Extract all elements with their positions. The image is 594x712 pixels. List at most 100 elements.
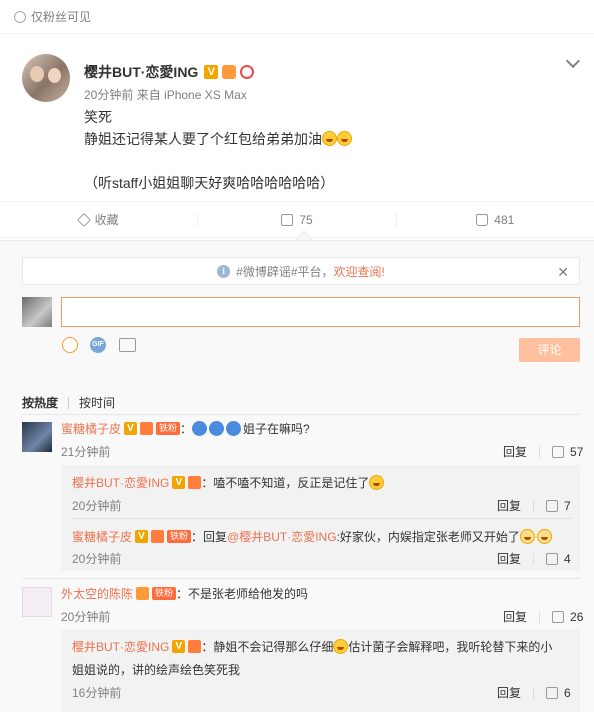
mention-link[interactable]: @樱井BUT·恋愛ING xyxy=(227,528,337,545)
verified-v-icon: V xyxy=(172,476,186,489)
commenter-avatar[interactable] xyxy=(22,422,52,452)
thumbs-up-icon[interactable] xyxy=(546,499,559,512)
post-action-bar: 收藏 75 481 xyxy=(0,202,594,238)
member-badge-icon xyxy=(140,422,154,435)
reply-button[interactable]: 回复 xyxy=(497,684,521,701)
post-line-1: 笑死 xyxy=(84,109,112,125)
colon-text: ： xyxy=(180,422,193,436)
info-icon: i xyxy=(217,264,231,278)
laugh-emoji-icon xyxy=(369,475,385,490)
laugh-emoji-icon xyxy=(322,131,337,146)
verified-v-icon: V xyxy=(135,530,149,543)
comment-ops: 回复 26 xyxy=(503,608,583,625)
comment-time: 20分钟前 xyxy=(61,610,111,624)
laugh-emoji-icon xyxy=(333,639,349,654)
fan-badge: 铁粉 xyxy=(167,530,192,543)
like-button[interactable]: 481 xyxy=(395,212,594,227)
doge-emoji-icon xyxy=(519,529,535,544)
emoji-icon[interactable] xyxy=(62,337,78,353)
post-line-2: 静姐还记得某人要了个红包给弟弟加油 xyxy=(84,131,322,147)
reply-row-cont: 姐姐说的，讲的绘声绘色笑死我 xyxy=(72,661,240,678)
like-count: 481 xyxy=(494,212,515,227)
reply-time: 20分钟前 xyxy=(72,499,122,513)
thumbs-up-icon[interactable] xyxy=(552,610,565,623)
reply-button[interactable]: 回复 xyxy=(497,497,521,514)
post-line-3 xyxy=(84,150,352,172)
comment-icon xyxy=(281,213,294,226)
comment-like-count: 57 xyxy=(570,444,584,459)
reply-ops: 回复 4 xyxy=(497,550,571,567)
author-avatar[interactable] xyxy=(22,54,70,102)
comment-text: ：不是张老师给他发的吗 xyxy=(176,587,309,601)
reply-divider xyxy=(72,518,572,519)
reply-like-count: 6 xyxy=(564,685,571,700)
verified-v-icon: V xyxy=(204,65,219,79)
reply-text-line1: ：静姐不会记得那么仔细 xyxy=(201,640,334,654)
doraemon-emoji-icon xyxy=(192,421,208,436)
member-badge-icon xyxy=(188,476,202,489)
member-badge-icon xyxy=(222,65,237,79)
reply-button[interactable]: 回复 xyxy=(503,443,527,460)
gif-icon[interactable]: GIF xyxy=(90,337,106,353)
notice-prefix: #微博辟谣#平台， xyxy=(236,264,334,279)
star-icon xyxy=(76,212,91,227)
commenter-avatar[interactable] xyxy=(22,587,52,617)
post-time[interactable]: 20分钟前 xyxy=(84,88,133,102)
reply-like-count: 7 xyxy=(564,498,571,513)
comment-input[interactable] xyxy=(61,297,580,327)
favorite-button[interactable]: 收藏 xyxy=(0,211,197,228)
reply-button[interactable]: 回复 xyxy=(503,608,527,625)
post-card: 樱井BUT·恋愛ING V 20分钟前 来自 iPhone XS Max 笑死 … xyxy=(0,34,594,202)
notice-link[interactable]: 欢迎查阅! xyxy=(334,263,385,280)
post-line-4: （听staff小姐姐聊天好爽哈哈哈哈哈哈） xyxy=(84,175,335,191)
visibility-bar: 仅粉丝可见 xyxy=(0,0,594,34)
reply-ops: 回复 7 xyxy=(497,497,571,514)
comment-divider xyxy=(22,578,580,579)
current-user-avatar xyxy=(22,297,52,327)
image-icon[interactable] xyxy=(119,338,136,352)
member-badge-icon xyxy=(136,587,150,600)
comment-count: 75 xyxy=(299,212,313,227)
reply-row: 蜜糖橘子皮 V 铁粉 ：回复 @樱井BUT·恋愛ING :好家伙，内娱指定张老师… xyxy=(72,528,552,545)
comment-ops: 回复 57 xyxy=(503,443,583,460)
thumbs-up-icon[interactable] xyxy=(552,445,565,458)
reply-author[interactable]: 樱井BUT·恋愛ING xyxy=(72,638,169,655)
close-icon[interactable]: ✕ xyxy=(557,264,569,281)
sort-time-tab[interactable]: 按时间 xyxy=(79,394,115,411)
thumbs-up-icon[interactable] xyxy=(546,686,559,699)
reply-button[interactable]: 回复 xyxy=(497,550,521,567)
comment-like-count: 26 xyxy=(570,609,584,624)
visibility-label: 仅粉丝可见 xyxy=(31,10,92,24)
reply-author[interactable]: 樱井BUT·恋愛ING xyxy=(72,474,169,491)
sort-tabs: 按热度 按时间 xyxy=(22,394,115,411)
doge-emoji-icon xyxy=(536,529,552,544)
comment-time: 21分钟前 xyxy=(61,445,111,459)
reply-text-line2: 姐姐说的，讲的绘声绘色笑死我 xyxy=(72,663,241,677)
author-name-row: 樱井BUT·恋愛ING V xyxy=(84,62,255,82)
doraemon-emoji-icon xyxy=(226,421,242,436)
reply-author[interactable]: 蜜糖橘子皮 xyxy=(72,528,132,545)
event-badge-icon xyxy=(240,65,255,79)
sort-divider-line xyxy=(22,414,580,415)
comment-author[interactable]: 外太空的陈陈 xyxy=(61,585,133,602)
sort-hot-tab[interactable]: 按热度 xyxy=(22,394,58,411)
comment-row: 外太空的陈陈 铁粉 ：不是张老师给他发的吗 xyxy=(61,585,308,602)
member-badge-icon xyxy=(151,530,165,543)
reply-row: 樱井BUT·恋愛ING V ：嗑不嗑不知道，反正是记住了 xyxy=(72,474,385,491)
laugh-emoji-icon xyxy=(337,131,352,146)
chevron-down-icon[interactable] xyxy=(565,53,581,69)
comment-text: 姐子在嘛吗? xyxy=(243,422,310,436)
reply-text-line1b: 估计菌子会解释吧，我听轮替下来的小 xyxy=(348,640,553,654)
reply-ops: 回复 6 xyxy=(497,684,571,701)
reply-like-count: 4 xyxy=(564,551,571,566)
comment-author[interactable]: 蜜糖橘子皮 xyxy=(61,420,121,437)
reply-time: 16分钟前 xyxy=(72,686,122,700)
reply-text-pre: ：回复 xyxy=(191,530,228,544)
reply-text-post: :好家伙，内娱指定张老师又开始了 xyxy=(336,530,520,544)
comment-button[interactable]: 75 xyxy=(197,212,395,227)
thumbs-up-icon[interactable] xyxy=(546,552,559,565)
submit-comment-button[interactable]: 评论 xyxy=(519,338,580,362)
post-content: 笑死 静姐还记得某人要了个红包给弟弟加油 （听staff小姐姐聊天好爽哈哈哈哈哈… xyxy=(84,106,352,194)
lock-icon xyxy=(14,10,26,23)
author-name[interactable]: 樱井BUT·恋愛ING xyxy=(84,62,198,82)
